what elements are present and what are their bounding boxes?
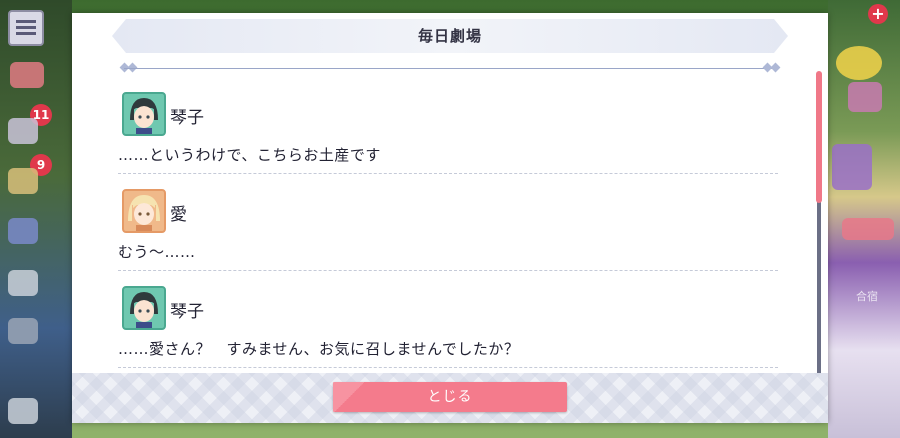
mascot-icon[interactable] xyxy=(836,46,882,80)
close-button[interactable]: とじる xyxy=(333,382,567,412)
entry-divider xyxy=(118,367,778,368)
ai-avatar xyxy=(122,189,166,233)
shop-icon[interactable] xyxy=(8,270,38,296)
dialogue-entry: 琴子 ……愛さん？ すみません、お気に召しませんでしたか？ xyxy=(116,279,780,376)
campaign-banner[interactable] xyxy=(842,218,894,240)
entry-divider xyxy=(118,173,778,174)
mission-icon[interactable] xyxy=(8,118,38,144)
scrollbar-thumb[interactable] xyxy=(816,71,822,203)
present-icon[interactable] xyxy=(8,218,38,244)
character-card[interactable] xyxy=(832,144,872,190)
hamburger-menu-button[interactable] xyxy=(8,10,44,46)
rule-diamond xyxy=(770,62,781,73)
title-divider xyxy=(124,68,776,69)
dialogue-line: ……というわけで、こちらお土産です xyxy=(118,146,381,164)
dialogue-entry: 愛 むう〜…… xyxy=(116,182,780,279)
kotoko-avatar xyxy=(122,286,166,330)
dialogue-log[interactable]: 琴子 ……というわけで、こちらお土産です 愛 むう〜…… 琴子 ……愛さん？ す… xyxy=(116,85,780,380)
help-icon[interactable] xyxy=(848,82,882,112)
dialogue-line: ……愛さん？ すみません、お気に召しませんでしたか？ xyxy=(118,340,520,358)
entry-divider xyxy=(118,270,778,271)
dialogue-line: むう〜…… xyxy=(118,243,196,261)
event-icon[interactable] xyxy=(10,62,44,88)
camp-label: 合宿 xyxy=(856,290,878,303)
add-currency-button[interactable]: + xyxy=(868,4,888,24)
speaker-name: 琴子 xyxy=(170,108,204,128)
gift-icon[interactable] xyxy=(8,168,38,194)
dialog-title: 毎日劇場 xyxy=(417,27,482,45)
daily-theater-dialog: 毎日劇場 琴子 ……というわけで、こちらお土産です 愛 むう〜…… 琴子 ……愛… xyxy=(72,13,828,423)
speaker-name: 愛 xyxy=(170,205,187,225)
dialogue-entry: 琴子 ……というわけで、こちらお土産です xyxy=(116,85,780,182)
expand-icon[interactable] xyxy=(8,318,38,344)
speaker-name: 琴子 xyxy=(170,302,204,322)
settings-icon[interactable] xyxy=(8,398,38,424)
kotoko-avatar xyxy=(122,92,166,136)
